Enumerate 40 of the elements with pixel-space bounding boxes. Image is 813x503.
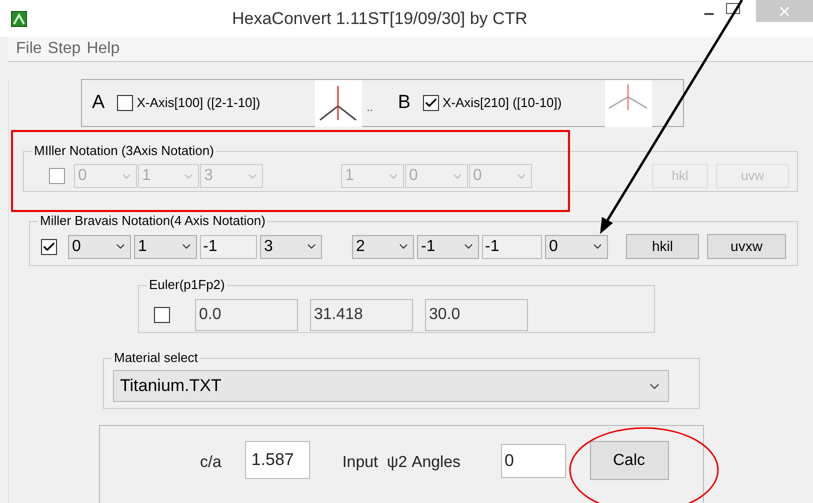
maximize-icon[interactable] bbox=[726, 3, 740, 14]
checkbox-label: X-Axis[210] ([10-10]) bbox=[442, 94, 563, 112]
input-field[interactable]: 0.0 bbox=[195, 299, 298, 331]
input-field[interactable]: 31.418 bbox=[310, 299, 413, 331]
window-title: HexaConvert 1.11ST[19/09/30] by CTR bbox=[232, 8, 528, 30]
checkbox[interactable] bbox=[116, 95, 133, 111]
axis-letter: B bbox=[398, 90, 410, 115]
dropdown[interactable]: 3 bbox=[260, 234, 322, 258]
group-label: MIller Notation (3Axis Notation) bbox=[33, 144, 215, 158]
dropdown[interactable]: 0 bbox=[545, 234, 608, 258]
dropdown[interactable]: 2 bbox=[352, 234, 414, 258]
input-field[interactable]: -1 bbox=[482, 234, 542, 258]
material-dropdown[interactable]: Titanium.TXT bbox=[113, 370, 669, 402]
dropdown[interactable]: 0 bbox=[68, 234, 131, 258]
app-icon bbox=[11, 10, 27, 26]
input-field[interactable]: -1 bbox=[200, 234, 257, 258]
group-label: Material select bbox=[113, 351, 199, 365]
group-label: Miller Bravais Notation(4 Axis Notation) bbox=[39, 214, 266, 228]
menu-item[interactable]: Help bbox=[86, 37, 120, 61]
notation-button[interactable]: hkil bbox=[626, 234, 699, 259]
axis-letter: A bbox=[92, 90, 105, 115]
checkbox[interactable] bbox=[41, 238, 57, 254]
separator-text: .. bbox=[366, 100, 373, 116]
notation-button[interactable]: uvxw bbox=[707, 234, 786, 259]
checkbox-label: X-Axis[100] ([2-1-10]) bbox=[136, 94, 262, 112]
menu-item[interactable]: File bbox=[16, 37, 42, 61]
angles-label: Input ψ2 Angles bbox=[342, 453, 460, 473]
ratio-field[interactable]: 1.587 bbox=[245, 441, 310, 479]
menu-item[interactable]: Step bbox=[48, 37, 81, 61]
dropdown[interactable]: -1 bbox=[417, 234, 479, 258]
input-field[interactable]: 30.0 bbox=[425, 299, 528, 331]
dropdown[interactable]: 1 bbox=[134, 234, 197, 258]
checkbox[interactable] bbox=[154, 307, 170, 323]
angles-field[interactable]: 0 bbox=[500, 444, 566, 478]
calc-button[interactable]: Calc bbox=[590, 441, 668, 480]
group-label: Euler(p1Fp2) bbox=[148, 278, 226, 292]
checkbox[interactable] bbox=[422, 95, 438, 111]
axis-drawing bbox=[319, 86, 356, 120]
ratio-label: c/a bbox=[200, 453, 222, 473]
axis-drawing bbox=[608, 84, 647, 110]
